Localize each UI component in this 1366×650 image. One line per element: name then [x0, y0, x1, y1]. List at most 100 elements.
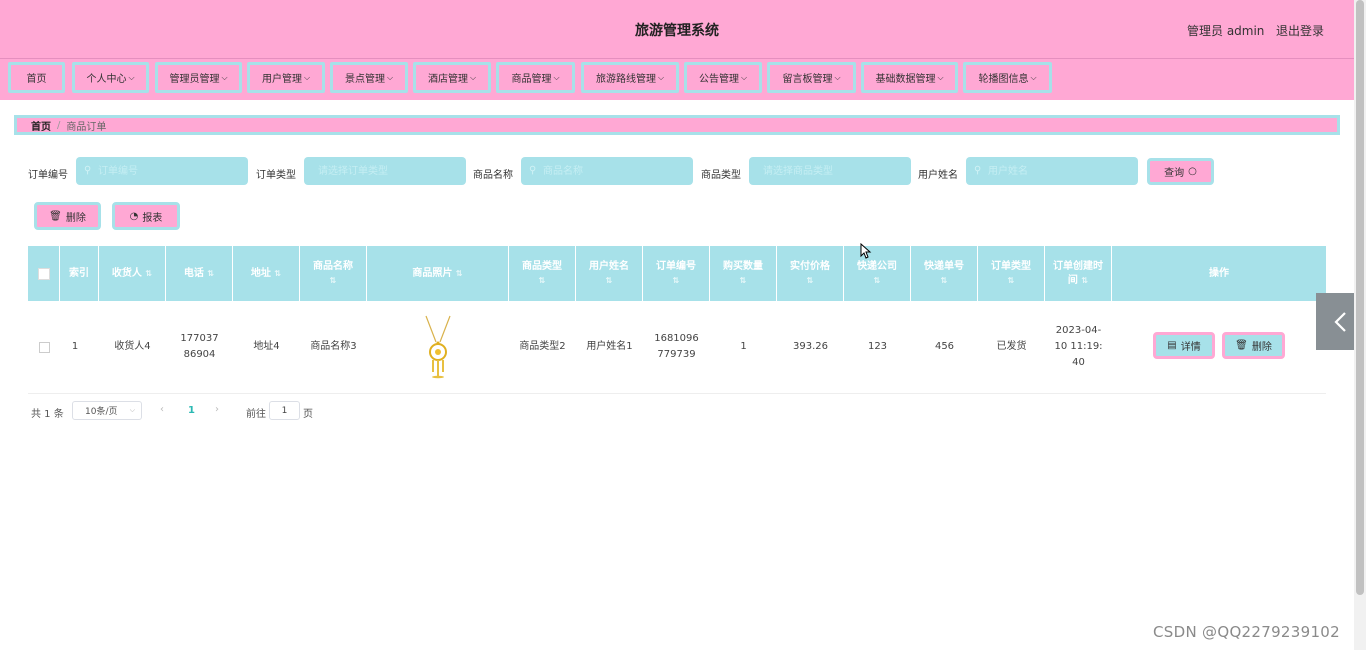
goto-page-input[interactable] [269, 401, 300, 420]
nav-item-label: 留言板管理 [782, 74, 833, 85]
sort-icon[interactable]: ⇅ [145, 269, 152, 278]
cell-address: 地址4 [253, 341, 280, 352]
nav-item-home[interactable]: 首页 [8, 62, 65, 93]
sort-icon[interactable]: ⇅ [807, 274, 814, 288]
sort-icon[interactable]: ⇅ [539, 274, 546, 288]
pie-chart-icon: ◔ [129, 210, 139, 222]
detail-button-label: 详情 [1180, 342, 1201, 353]
col-phone[interactable]: 电话 ⇅ [166, 246, 233, 301]
nav-item-label: 用户管理 [261, 74, 302, 85]
report-button[interactable]: ◔ 报表 [112, 202, 180, 230]
cell-created-at: 2023-04-10 11:19:40 [1054, 325, 1103, 368]
col-product-type[interactable]: 商品类型 ⇅ [509, 246, 576, 301]
sort-icon[interactable]: ⇅ [673, 274, 680, 288]
col-label: 订单编号 [656, 260, 696, 272]
search-icon: ○ [1188, 166, 1197, 177]
cell-tracking-no: 456 [934, 341, 955, 352]
page-size-value: 10条/页 [85, 407, 118, 417]
col-product-name[interactable]: 商品名称 ⇅ [300, 246, 367, 301]
nav-item-carousel[interactable]: 轮播图信息 ⌵ [963, 62, 1052, 93]
nav-item-admin[interactable]: 管理员管理 ⌵ [155, 62, 242, 93]
nav-item-users[interactable]: 用户管理 ⌵ [247, 62, 325, 93]
watermark: CSDN @QQ2279239102 [1153, 623, 1340, 641]
top-header: 旅游管理系统 管理员 admin 退出登录 [0, 0, 1354, 59]
col-tracking-no[interactable]: 快递单号 ⇅ [911, 246, 978, 301]
sort-icon[interactable]: ⇅ [1008, 274, 1015, 288]
sort-icon[interactable]: ⇅ [207, 269, 214, 278]
nav-item-basic-data[interactable]: 基础数据管理 ⌵ [861, 62, 958, 93]
chevron-down-icon: ⌵ [129, 406, 135, 414]
query-button[interactable]: 查询 ○ [1147, 158, 1214, 185]
goto-label: 前往 [246, 409, 266, 420]
col-address[interactable]: 地址 ⇅ [233, 246, 300, 301]
row-delete-button[interactable]: 🗑 删除 [1222, 332, 1285, 359]
user-name-input[interactable] [966, 157, 1138, 185]
breadcrumb-home[interactable]: 首页 [31, 118, 51, 133]
sort-icon[interactable]: ⇅ [740, 274, 747, 288]
col-label: 地址 [250, 267, 271, 279]
chevron-down-icon: ⌵ [937, 72, 944, 82]
report-label: 报表 [142, 212, 163, 224]
query-button-label: 查询 [1164, 168, 1185, 179]
sort-icon[interactable]: ⇅ [274, 269, 281, 278]
nav-item-profile[interactable]: 个人中心 ⌵ [72, 62, 149, 93]
col-product-photo[interactable]: 商品照片 ⇅ [367, 246, 509, 301]
logout-link[interactable]: 退出登录 [1276, 22, 1324, 39]
nav-item-scenic[interactable]: 景点管理 ⌵ [330, 62, 408, 93]
sort-icon[interactable]: ⇅ [1081, 276, 1088, 285]
nav-item-notices[interactable]: 公告管理 ⌵ [684, 62, 762, 93]
nav-item-hotel[interactable]: 酒店管理 ⌵ [413, 62, 491, 93]
sort-icon[interactable]: ⇅ [874, 274, 881, 288]
sort-icon[interactable]: ⇅ [456, 269, 463, 278]
product-name-input[interactable] [521, 157, 693, 185]
chevron-down-icon: ⌵ [386, 72, 394, 82]
col-quantity[interactable]: 购买数量 ⇅ [710, 246, 777, 301]
nav-item-label: 首页 [26, 74, 47, 85]
breadcrumb-separator: / [57, 119, 61, 131]
cell-price: 393.26 [793, 341, 828, 352]
col-order-type[interactable]: 订单类型 ⇅ [978, 246, 1045, 301]
row-checkbox[interactable] [38, 341, 50, 353]
select-all-checkbox[interactable] [37, 267, 50, 280]
detail-button[interactable]: ▤ 详情 [1153, 332, 1215, 359]
page-size-select[interactable]: 10条/页 ⌵ [72, 401, 142, 420]
search-icon: ⚲ [84, 165, 92, 176]
col-courier[interactable]: 快递公司 ⇅ [844, 246, 911, 301]
trash-icon: 🗑 [49, 210, 62, 222]
chevron-down-icon: ⌵ [740, 72, 748, 82]
table-row: 1 收货人4 17703786904 地址4 商品名称3 商品类型2 用户姓名1… [28, 301, 1326, 394]
sort-icon[interactable]: ⇅ [606, 274, 613, 288]
select-all-header[interactable] [28, 246, 60, 301]
col-label: 订单类型 [991, 260, 1031, 272]
document-icon: ▤ [1167, 340, 1177, 351]
col-user-name[interactable]: 用户姓名 ⇅ [576, 246, 643, 301]
nav-item-label: 景点管理 [344, 74, 385, 85]
page-number-current[interactable]: 1 [188, 405, 195, 416]
batch-delete-button[interactable]: 🗑 删除 [34, 202, 101, 230]
order-no-input[interactable] [76, 157, 248, 185]
col-receiver[interactable]: 收货人 ⇅ [99, 246, 166, 301]
sort-icon[interactable]: ⇅ [330, 274, 337, 288]
cell-product-name: 商品名称3 [310, 341, 357, 352]
chevron-left-icon [1334, 311, 1346, 332]
nav-item-label: 轮播图信息 [978, 74, 1029, 85]
col-order-no[interactable]: 订单编号 ⇅ [643, 246, 710, 301]
scrollbar-thumb[interactable] [1356, 0, 1364, 595]
next-page-icon[interactable]: › [215, 404, 219, 415]
nav-item-routes[interactable]: 旅游路线管理 ⌵ [581, 62, 679, 93]
admin-label: 管理员 admin [1187, 24, 1265, 38]
prev-page-icon[interactable]: ‹ [160, 404, 164, 415]
chevron-down-icon: ⌵ [128, 72, 135, 82]
order-type-select[interactable] [304, 157, 466, 185]
nav-item-label: 管理员管理 [169, 74, 220, 85]
nav-item-messages[interactable]: 留言板管理 ⌵ [767, 62, 856, 93]
col-price[interactable]: 实付价格 ⇅ [777, 246, 844, 301]
col-created-at[interactable]: 订单创建时间 ⇅ [1045, 246, 1112, 301]
cell-receiver: 收货人4 [114, 341, 151, 352]
col-label: 商品名称 [313, 260, 353, 272]
product-photo-image[interactable] [420, 314, 456, 380]
nav-item-label: 旅游路线管理 [595, 74, 656, 85]
product-type-select[interactable] [749, 157, 911, 185]
sort-icon[interactable]: ⇅ [941, 274, 948, 288]
nav-item-products[interactable]: 商品管理 ⌵ [496, 62, 575, 93]
